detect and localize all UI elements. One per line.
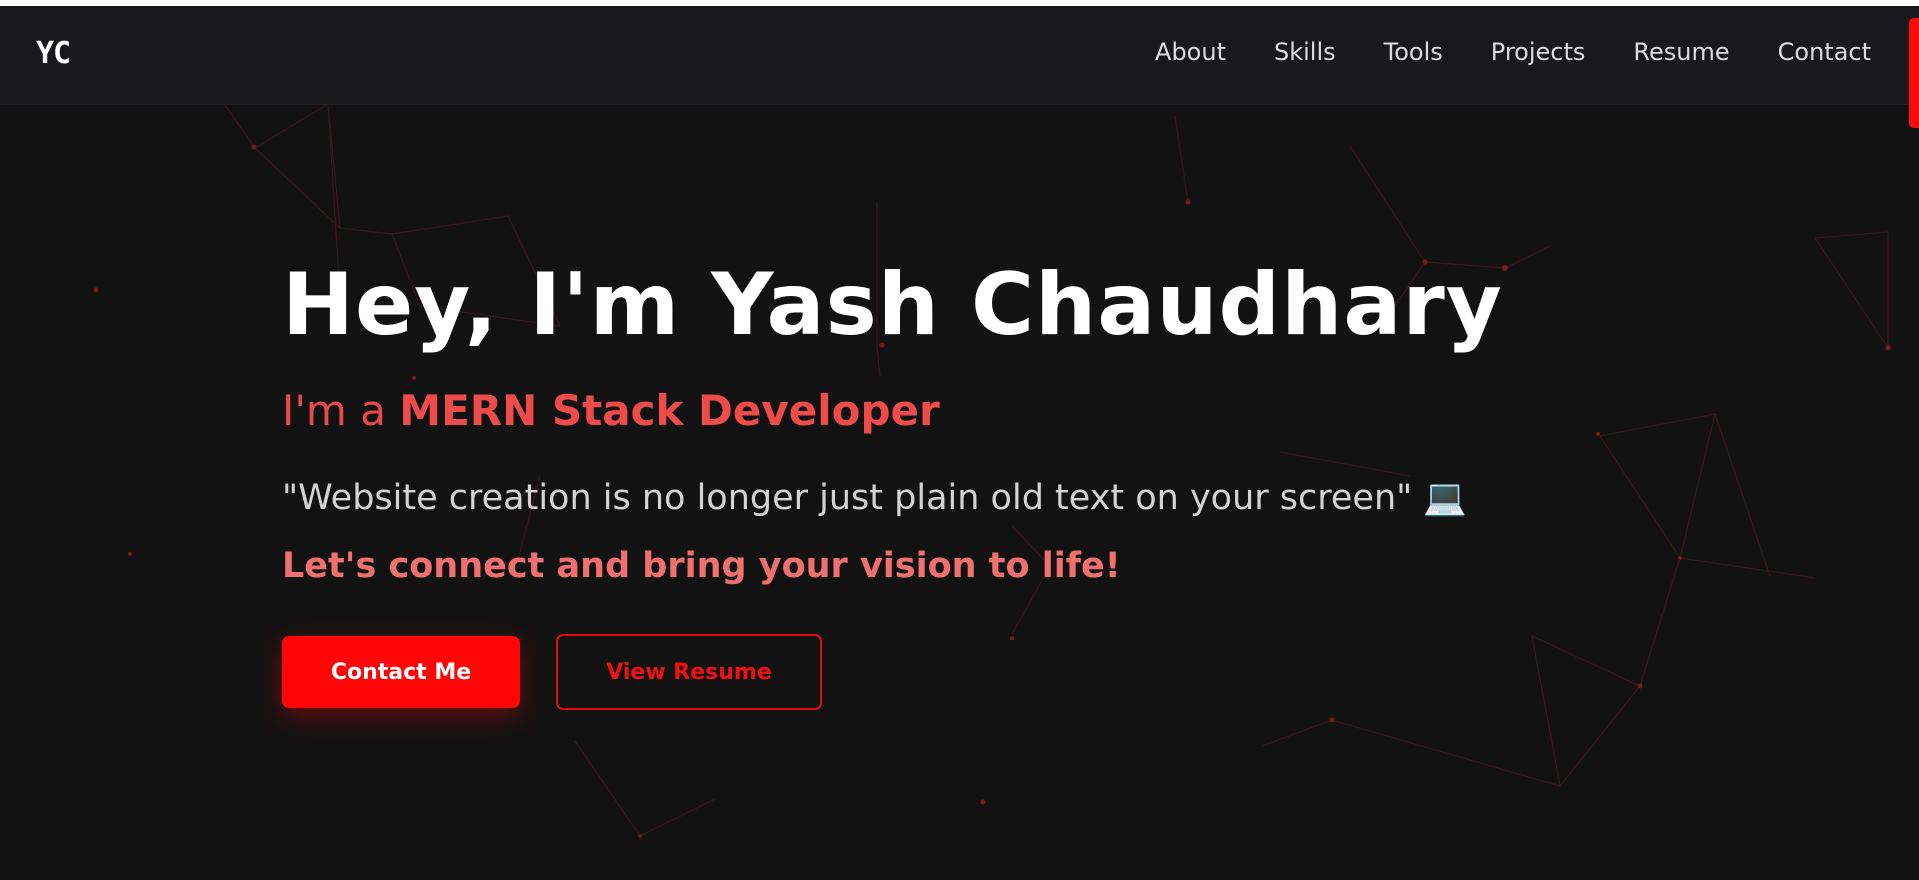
nav-link-projects[interactable]: Projects	[1491, 38, 1586, 66]
hero-role: MERN Stack Developer	[399, 386, 940, 435]
nav-links: About Skills Tools Projects Resume Conta…	[1155, 38, 1871, 66]
nav-link-tools[interactable]: Tools	[1384, 38, 1443, 66]
hero-title: Hey, I'm Yash Chaudhary	[282, 255, 1503, 355]
nav-link-about[interactable]: About	[1155, 38, 1226, 66]
contact-me-button[interactable]: Contact Me	[282, 636, 520, 708]
hero-quote: "Website creation is no longer just plai…	[282, 478, 1467, 518]
nav-link-resume[interactable]: Resume	[1633, 38, 1729, 66]
top-navbar: YC About Skills Tools Projects Resume Co…	[0, 6, 1919, 105]
view-resume-button[interactable]: View Resume	[556, 634, 822, 710]
hero-call-to-action: Let's connect and bring your vision to l…	[282, 546, 1121, 586]
hero-subtitle: I'm a MERN Stack Developer	[282, 386, 1503, 435]
hero-buttons: Contact Me View Resume	[282, 634, 1503, 710]
site-logo[interactable]: YC	[36, 36, 71, 71]
scroll-progress-indicator[interactable]	[1909, 18, 1919, 128]
nav-link-contact[interactable]: Contact	[1778, 38, 1871, 66]
page: YC About Skills Tools Projects Resume Co…	[0, 6, 1919, 880]
hero-section: Hey, I'm Yash Chaudhary I'm a MERN Stack…	[282, 262, 1503, 710]
hero-subtitle-prefix: I'm a	[282, 386, 400, 435]
nav-link-skills[interactable]: Skills	[1274, 38, 1336, 66]
